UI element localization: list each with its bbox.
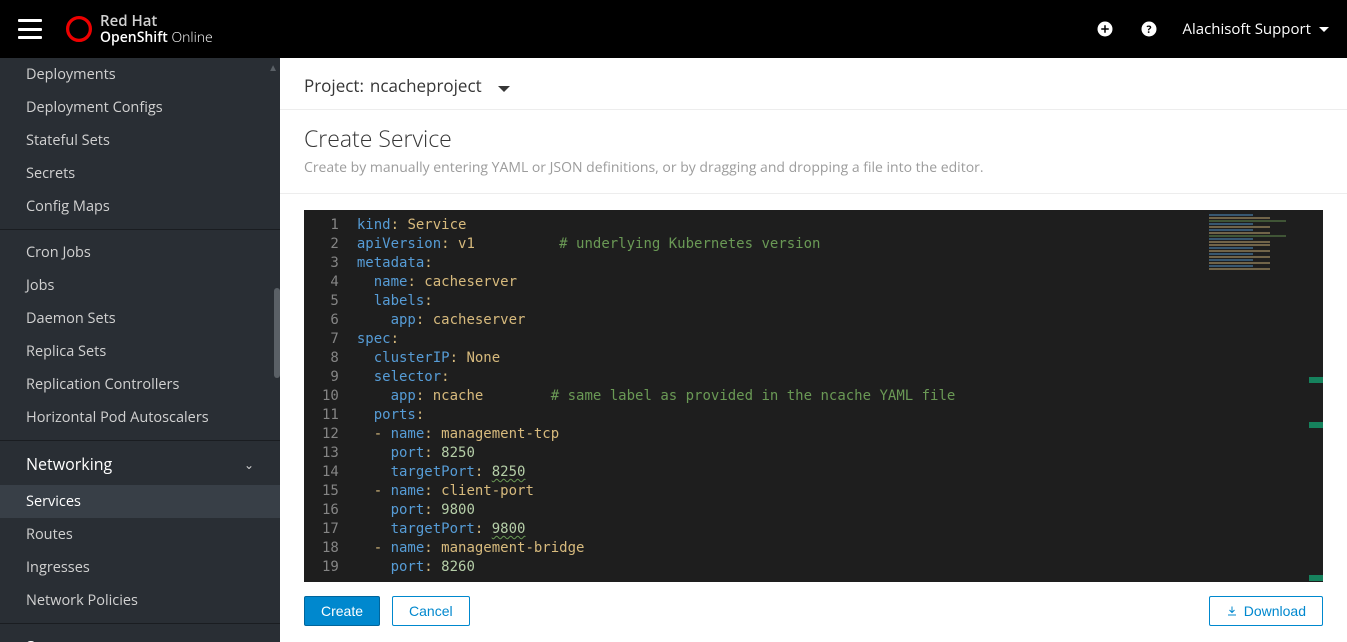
top-header: Red Hat OpenShift Online ? Alachisoft Su… (0, 0, 1347, 58)
sidebar-item-deployments[interactable]: Deployments (0, 58, 280, 91)
download-button[interactable]: Download (1209, 596, 1323, 626)
project-label: Project: (304, 74, 364, 97)
create-button[interactable]: Create (304, 596, 380, 626)
sidebar-item-routes[interactable]: Routes (0, 518, 280, 551)
footer: Create Cancel Download (280, 582, 1347, 642)
page-subtitle: Create by manually entering YAML or JSON… (304, 158, 1323, 177)
sidebar-item-network-policies[interactable]: Network Policies (0, 584, 280, 617)
editor-overview-ruler (1309, 210, 1323, 582)
brand-edition: Online (171, 28, 212, 47)
sidebar-item-config-maps[interactable]: Config Maps (0, 190, 280, 223)
hamburger-menu-button[interactable] (18, 19, 42, 39)
sidebar-item-secrets[interactable]: Secrets (0, 157, 280, 190)
editor-gutter: 12345678910111213141516171819 (304, 210, 351, 582)
sidebar-item-ingresses[interactable]: Ingresses (0, 551, 280, 584)
sidebar-item-horizontal-pod-autoscalers[interactable]: Horizontal Pod Autoscalers (0, 401, 280, 434)
download-icon (1226, 605, 1238, 617)
sidebar-item-cron-jobs[interactable]: Cron Jobs (0, 236, 280, 269)
download-label: Download (1244, 603, 1306, 619)
sidebar-item-daemon-sets[interactable]: Daemon Sets (0, 302, 280, 335)
sidebar: ▲ DeploymentsDeployment ConfigsStateful … (0, 58, 280, 642)
user-menu[interactable]: Alachisoft Support (1182, 19, 1329, 39)
svg-text:?: ? (1147, 23, 1152, 37)
sidebar-item-deployment-configs[interactable]: Deployment Configs (0, 91, 280, 124)
yaml-editor[interactable]: 12345678910111213141516171819 kind: Serv… (304, 210, 1323, 582)
editor-code[interactable]: kind: ServiceapiVersion: v1 # underlying… (351, 210, 1323, 582)
project-bar: Project: ncacheproject (280, 58, 1347, 110)
scroll-up-arrow-icon[interactable]: ▲ (268, 60, 278, 74)
chevron-down-icon: ⌄ (244, 456, 254, 473)
page-header: Create Service Create by manually enteri… (280, 110, 1347, 194)
brand: Red Hat OpenShift Online (66, 13, 213, 45)
sidebar-item-services[interactable]: Services (0, 485, 280, 518)
project-name: ncacheproject (370, 74, 482, 97)
sidebar-item-replication-controllers[interactable]: Replication Controllers (0, 368, 280, 401)
sidebar-item-stateful-sets[interactable]: Stateful Sets (0, 124, 280, 157)
sidebar-item-jobs[interactable]: Jobs (0, 269, 280, 302)
sidebar-section-storage-label: Storage (26, 636, 83, 642)
brand-product: OpenShift (100, 28, 168, 47)
sidebar-section-storage[interactable]: Storage (0, 623, 280, 642)
openshift-logo-icon (66, 16, 92, 42)
sidebar-scrollbar[interactable] (274, 288, 280, 378)
sidebar-item-replica-sets[interactable]: Replica Sets (0, 335, 280, 368)
caret-down-icon (1319, 27, 1329, 32)
user-name: Alachisoft Support (1182, 19, 1311, 39)
sidebar-section-networking-label: Networking (26, 453, 112, 475)
project-dropdown[interactable] (498, 74, 510, 97)
sidebar-section-networking[interactable]: Networking ⌄ (0, 440, 280, 485)
cancel-button[interactable]: Cancel (392, 596, 470, 626)
help-icon[interactable]: ? (1138, 18, 1160, 40)
page-title: Create Service (304, 122, 1323, 154)
add-icon[interactable] (1094, 18, 1116, 40)
caret-down-icon (498, 86, 510, 92)
